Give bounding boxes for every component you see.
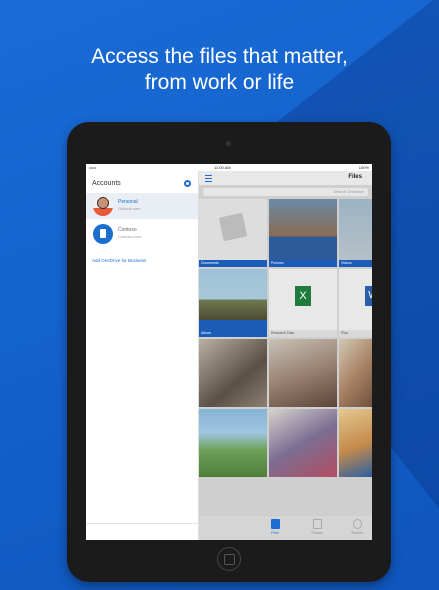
account-sub: Contoso.com [118,234,142,239]
account-name: Personal [118,199,138,205]
clock: 11:00 AM [214,165,231,170]
camera-icon [226,141,231,146]
headline-line-2: from work or life [144,71,295,94]
accounts-sidebar: Accounts Personal Outlook.com Contoso Co… [86,171,199,540]
clock-icon [352,519,362,529]
sidebar-title: Accounts [92,180,121,187]
photo-tile[interactable] [269,339,337,407]
tile-caption: Album [199,330,267,337]
account-personal[interactable]: Personal Outlook.com [86,193,198,219]
menu-hamburger-icon[interactable] [205,175,212,182]
photo-tile[interactable] [269,409,337,477]
photo-tile[interactable] [339,409,372,477]
file-grid: Documents Pictures Videos Album Research… [199,199,372,499]
folder-tile-videos[interactable]: Videos [339,199,372,267]
tile-caption: Pictures [269,260,337,267]
page-title: Files [348,174,362,180]
tab-label: Files [271,531,279,535]
photo-tile[interactable] [199,339,267,407]
files-header: Files [199,171,372,185]
file-tile-word[interactable]: Plan [339,269,372,337]
avatar [93,196,113,216]
headline: Access the files that matter, from work … [0,44,439,96]
home-button[interactable] [217,547,241,571]
search-input[interactable]: Search OneDrive [203,188,368,196]
folder-tile-album[interactable]: Album [199,269,267,337]
file-icon [270,519,280,529]
tab-photos[interactable]: Photos [297,519,337,535]
tile-caption: Plan [339,330,372,337]
account-sub: Outlook.com [118,206,141,211]
tile-caption: Documents [199,260,267,267]
promo-stage: Access the files that matter, from work … [0,0,439,590]
app-screen: ••••• 11:00 AM 100% Accounts Personal Ou… [86,164,372,540]
account-contoso[interactable]: Contoso Contoso.com [86,221,198,247]
add-business-link[interactable]: Add OneDrive for Business [92,258,146,263]
status-bar: ••••• 11:00 AM 100% [86,164,372,171]
tab-bar: Files Photos Recent [199,516,372,540]
tab-recent[interactable]: Recent [337,519,372,535]
business-building-icon [93,224,113,244]
photo-tile[interactable] [339,339,372,407]
tile-caption: Videos [339,260,372,267]
settings-gear-icon[interactable] [184,180,191,187]
divider [86,523,198,524]
photo-icon [312,519,322,529]
folder-tile-pictures[interactable]: Pictures [269,199,337,267]
files-pane: Files Search OneDrive Documents Pictures… [199,171,372,540]
folder-tile-documents[interactable]: Documents [199,199,267,267]
signal-indicator: ••••• [89,165,97,170]
file-tile-excel[interactable]: Research Data [269,269,337,337]
tab-files[interactable]: Files [255,519,295,535]
account-name: Contoso [118,227,137,233]
battery-indicator: 100% [358,165,369,170]
tile-caption: Research Data [269,330,337,337]
tablet-device: ••••• 11:00 AM 100% Accounts Personal Ou… [67,122,391,582]
photo-tile[interactable] [199,409,267,477]
tab-label: Recent [351,531,363,535]
headline-line-1: Access the files that matter, [91,45,348,68]
tab-label: Photos [311,531,323,535]
